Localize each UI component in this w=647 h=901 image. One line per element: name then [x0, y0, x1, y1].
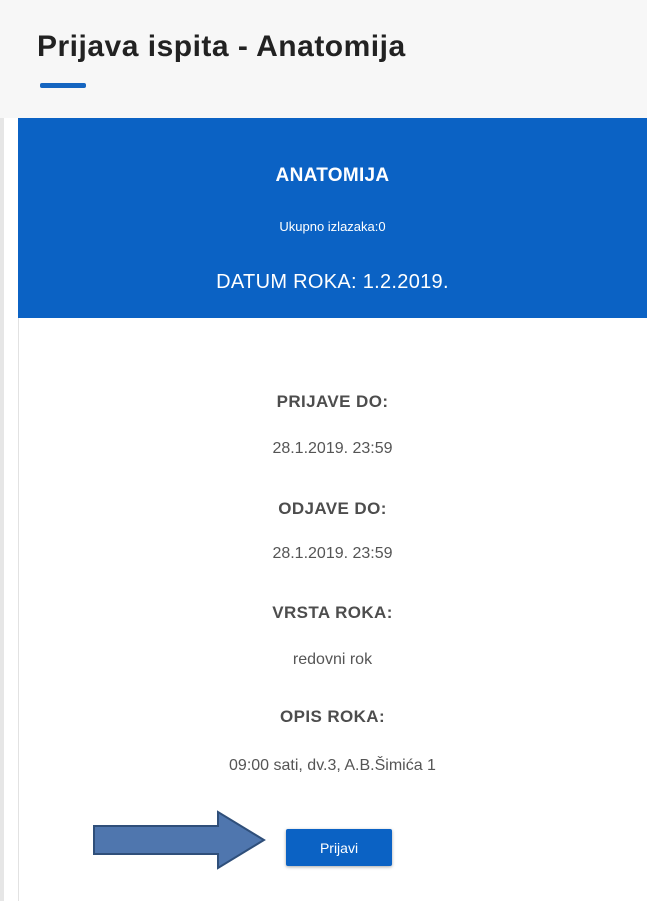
arrow-right-icon — [93, 810, 266, 870]
exam-term-description-value: 09:00 sati, dv.3, A.B.Šimića 1 — [229, 757, 436, 774]
exam-term-description-label: OPIS ROKA: — [279, 707, 386, 726]
page-header: Prijava ispita - Anatomija — [0, 0, 647, 118]
registration-deadline-value: 28.1.2019. 23:59 — [272, 440, 393, 457]
title-underline — [40, 83, 86, 88]
exam-date: DATUM ROKA: 1.2.2019. — [216, 271, 449, 293]
page-title: Prijava ispita - Anatomija — [37, 30, 406, 63]
deregistration-deadline-value: 28.1.2019. 23:59 — [272, 545, 393, 562]
subject-name: ANATOMIJA — [275, 165, 390, 186]
attempts-count: Ukupno izlazaka:0 — [279, 219, 386, 234]
exam-term-type-value: redovni rok — [292, 651, 373, 668]
exam-term-type-label: VRSTA ROKA: — [272, 603, 393, 622]
registration-deadline-label: PRIJAVE DO: — [276, 392, 389, 411]
exam-banner: ANATOMIJA Ukupno izlazaka:0 DATUM ROKA: … — [18, 118, 647, 318]
left-border — [0, 0, 4, 901]
deregistration-deadline-label: ODJAVE DO: — [278, 499, 387, 518]
register-button[interactable]: Prijavi — [286, 829, 392, 866]
